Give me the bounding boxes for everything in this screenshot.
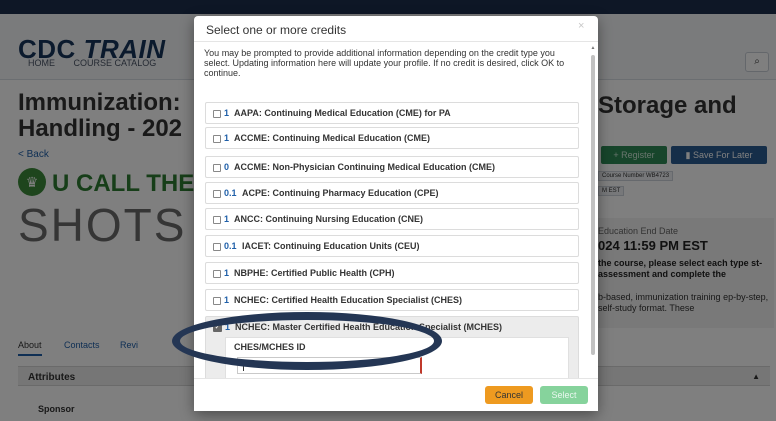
credit-option-iacet[interactable]: 0.1 IACET: Continuing Education Units (C… [205,235,579,257]
highlight-ellipse-annotation [172,312,442,370]
dialog-header: Select one or more credits × [194,16,598,42]
credit-name: ANCC: Continuing Nursing Education (CNE) [234,214,423,224]
credit-name: NBPHE: Certified Public Health (CPH) [234,268,395,278]
credit-name: ACPE: Continuing Pharmacy Education (CPE… [242,188,439,198]
scroll-thumb[interactable] [591,55,595,355]
credit-checkbox[interactable] [213,190,221,198]
credit-checkbox[interactable] [213,270,221,278]
credit-option-aapa[interactable]: 1 AAPA: Continuing Medical Education (CM… [205,102,579,124]
credit-name: AAPA: Continuing Medical Education (CME)… [234,108,451,118]
credit-amount: 1 [224,295,230,305]
dialog-scrollbar[interactable]: ▲ ▼ [590,45,596,385]
credit-option-accme-cme[interactable]: 1 ACCME: Continuing Medical Education (C… [205,127,579,149]
credit-name: ACCME: Non-Physician Continuing Medical … [234,162,495,172]
credit-option-accme-non-physician[interactable]: 0 ACCME: Non-Physician Continuing Medica… [205,156,579,178]
credit-checkbox[interactable] [213,164,221,172]
select-button[interactable]: Select [540,386,588,404]
credit-checkbox[interactable] [213,135,221,143]
cancel-button[interactable]: Cancel [485,386,533,404]
dialog-instructions: You may be prompted to provide additiona… [204,48,565,78]
credit-amount: 0 [224,162,230,172]
dialog-footer: Cancel Select [194,378,598,411]
credit-checkbox[interactable] [213,110,221,118]
credit-amount: 1 [224,133,230,143]
credit-checkbox[interactable] [213,216,221,224]
credit-amount: 0.1 [224,241,237,251]
dialog-title: Select one or more credits [206,23,347,37]
close-icon[interactable]: × [578,20,584,32]
credit-name: NCHEC: Certified Health Education Specia… [234,295,463,305]
credit-amount: 1 [224,108,230,118]
credit-name: ACCME: Continuing Medical Education (CME… [234,133,430,143]
credit-checkbox[interactable] [213,297,221,305]
credit-checkbox[interactable] [213,243,221,251]
credit-option-acpe[interactable]: 0.1 ACPE: Continuing Pharmacy Education … [205,182,579,204]
credit-option-nchec-ches[interactable]: 1 NCHEC: Certified Health Education Spec… [205,289,579,311]
credit-option-ancc[interactable]: 1 ANCC: Continuing Nursing Education (CN… [205,208,579,230]
credit-option-nbphe[interactable]: 1 NBPHE: Certified Public Health (CPH) [205,262,579,284]
credit-amount: 1 [224,214,230,224]
credit-amount: 1 [224,268,230,278]
scroll-up-icon[interactable]: ▲ [590,45,596,51]
credit-amount: 0.1 [224,188,237,198]
credit-name: IACET: Continuing Education Units (CEU) [242,241,420,251]
